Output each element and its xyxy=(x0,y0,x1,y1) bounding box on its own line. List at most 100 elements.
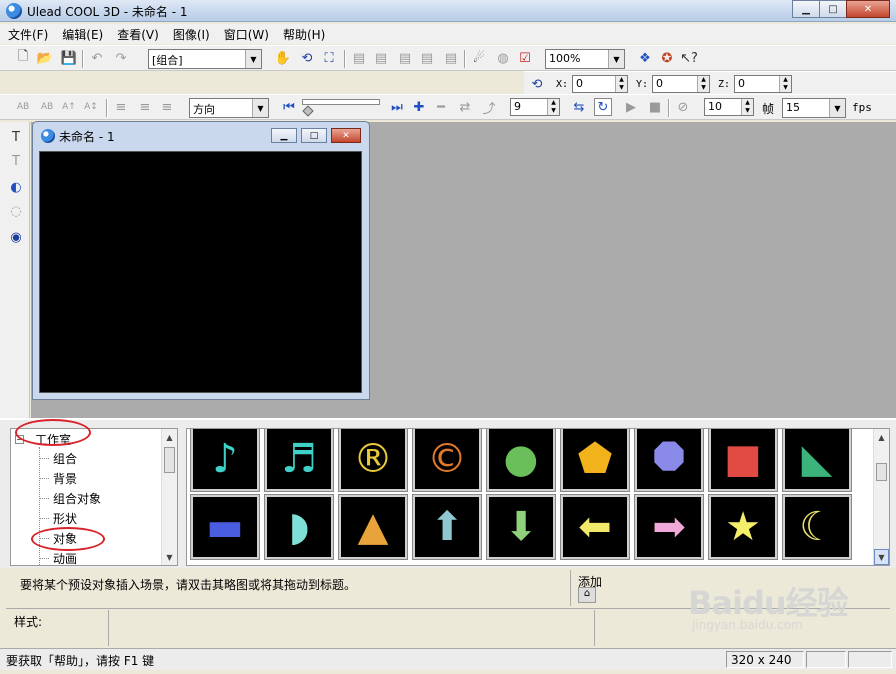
add-keyframe-icon[interactable]: ✚ xyxy=(410,98,428,116)
align-icon-2[interactable]: ▤ xyxy=(372,49,390,67)
globe-icon[interactable]: ◍ xyxy=(494,49,512,67)
align-center-icon[interactable]: ≡ xyxy=(136,98,154,116)
z-position-input[interactable]: 0 ▲ ▼ xyxy=(734,75,792,93)
align-icon-4[interactable]: ▤ xyxy=(418,49,436,67)
menu-window[interactable]: 窗口(W) xyxy=(216,24,275,44)
insert-geometry-icon[interactable]: ◉ xyxy=(7,228,25,246)
thumbnail-copyright[interactable]: © xyxy=(412,429,482,492)
tree-item-shape[interactable]: 形状 xyxy=(53,510,77,527)
thumbnail-square[interactable]: ■ xyxy=(708,429,778,492)
thumbnail-arrow-right[interactable]: ➡ xyxy=(634,494,704,560)
timeline-slider[interactable] xyxy=(302,99,380,105)
effects-icon[interactable]: ❖ xyxy=(636,49,654,67)
x-position-input[interactable]: 0 ▲ ▼ xyxy=(572,75,628,93)
thumbnail-double-note[interactable]: ♬ xyxy=(264,429,334,492)
scroll-up-icon[interactable]: ▲ xyxy=(162,429,177,445)
remove-keyframe-icon[interactable]: ━ xyxy=(432,98,450,116)
move-object-icon[interactable]: ⟲ xyxy=(528,75,546,93)
thumbnail-arrow-up[interactable]: ⬆ xyxy=(412,494,482,560)
last-frame-icon[interactable]: ⏭ xyxy=(388,98,406,116)
scroll-thumb[interactable] xyxy=(164,447,175,473)
fps-combo[interactable]: 15 ▼ xyxy=(782,98,846,118)
stop-icon[interactable]: ■ xyxy=(646,98,664,116)
menu-help[interactable]: 帮助(H) xyxy=(275,24,331,44)
thumbnail-arrow-left[interactable]: ⬅ xyxy=(560,494,630,560)
frame-count-input[interactable]: 10 ▲ ▼ xyxy=(704,98,754,116)
menu-image[interactable]: 图像(I) xyxy=(165,24,216,44)
play-icon[interactable]: ▶ xyxy=(622,98,640,116)
thumbnail-crescent[interactable]: ☾ xyxy=(782,494,852,560)
open-folder-icon[interactable]: 📂 xyxy=(36,49,54,67)
save-icon[interactable]: 💾 xyxy=(60,49,78,67)
thumbnail-music-note[interactable]: ♪ xyxy=(190,429,260,492)
thumbnail-pentagon[interactable]: ⬟ xyxy=(560,429,630,492)
smooth-icon[interactable]: ⤴ xyxy=(480,98,498,117)
tree-item-group-object[interactable]: 组合对象 xyxy=(53,490,101,507)
align-right-icon[interactable]: ≡ xyxy=(158,98,176,116)
text-format-icon-2[interactable]: AB xyxy=(38,98,56,116)
reverse-icon[interactable]: ⇄ xyxy=(456,98,474,116)
tree-item-background[interactable]: 背景 xyxy=(53,470,77,487)
half-circle-icon: ◗ xyxy=(288,504,310,550)
doc-close-button[interactable]: ✕ xyxy=(331,128,361,143)
tree-item-group[interactable]: 组合 xyxy=(53,450,77,467)
align-icon-3[interactable]: ▤ xyxy=(396,49,414,67)
loop-icon[interactable]: ⇆ xyxy=(570,98,588,116)
maximize-button[interactable]: □ xyxy=(819,0,847,18)
insert-text-icon[interactable]: T xyxy=(7,128,25,146)
resize-object-icon[interactable]: ⛶ xyxy=(320,49,338,67)
insert-shape-icon[interactable]: ◐ xyxy=(7,178,25,196)
edit-text-icon[interactable]: T xyxy=(7,152,25,170)
thumbnail-rounded-rect[interactable]: ▬ xyxy=(190,494,260,560)
undo-icon[interactable]: ↶ xyxy=(88,49,106,67)
preview-canvas[interactable] xyxy=(39,151,362,393)
rotate-object-icon[interactable]: ⟲ xyxy=(298,49,316,67)
thumbnail-star[interactable]: ★ xyxy=(708,494,778,560)
thumbnail-half-circle[interactable]: ◗ xyxy=(264,494,334,560)
menu-edit[interactable]: 编辑(E) xyxy=(54,24,109,44)
edit-icon[interactable]: ☑ xyxy=(516,49,534,67)
tree-scrollbar[interactable]: ▲ ▼ xyxy=(161,429,177,565)
scroll-down-icon[interactable]: ▼ xyxy=(162,549,177,565)
lighting-icon[interactable]: ☄ xyxy=(470,49,488,67)
menu-file[interactable]: 文件(F) xyxy=(0,24,54,44)
help-pointer-icon[interactable]: ↖? xyxy=(680,49,698,67)
scroll-thumb[interactable] xyxy=(876,463,887,481)
add-icon[interactable]: ⌂ xyxy=(578,587,596,603)
align-icon-1[interactable]: ▤ xyxy=(350,49,368,67)
scroll-down-icon[interactable]: ▼ xyxy=(874,549,889,565)
gallery-scrollbar[interactable]: ▲ ▼ xyxy=(873,429,889,565)
align-left-icon[interactable]: ≡ xyxy=(112,98,130,116)
direction-combo[interactable]: 方向 ▼ xyxy=(189,98,269,118)
thumbnail-registered[interactable]: ® xyxy=(338,429,408,492)
thumbnail-circle[interactable]: ● xyxy=(486,429,556,492)
thumbnail-octagon[interactable]: ⯃ xyxy=(634,429,704,492)
scroll-up-icon[interactable]: ▲ xyxy=(874,429,889,445)
minimize-button[interactable]: ▁ xyxy=(792,0,820,18)
edit-shape-icon[interactable]: ◌ xyxy=(7,202,25,220)
doc-minimize-button[interactable]: ▁ xyxy=(271,128,297,143)
close-button[interactable]: ✕ xyxy=(846,0,890,18)
zoom-combo[interactable]: 100% ▼ xyxy=(545,49,625,69)
slider-thumb[interactable] xyxy=(302,105,314,117)
thumbnail-triangle-right[interactable]: ◣ xyxy=(782,429,852,492)
menu-view[interactable]: 查看(V) xyxy=(109,24,165,44)
thumbnail-triangle[interactable]: ▲ xyxy=(338,494,408,560)
plugins-icon[interactable]: ✪ xyxy=(658,49,676,67)
align-icon-5[interactable]: ▤ xyxy=(442,49,460,67)
frame-input[interactable]: 9 ▲ ▼ xyxy=(510,98,560,116)
object-combo[interactable]: [组合] ▼ xyxy=(148,49,262,69)
text-format-icon-1[interactable]: AB xyxy=(14,98,32,116)
text-format-icon-3[interactable]: A↑ xyxy=(60,98,78,116)
doc-maximize-button[interactable]: □ xyxy=(301,128,327,143)
text-format-icon-4[interactable]: A↕ xyxy=(82,98,100,116)
ease-icon[interactable]: ⊘ xyxy=(674,98,692,116)
redo-icon[interactable]: ↷ xyxy=(112,49,130,67)
hand-icon[interactable]: ✋ xyxy=(274,49,292,67)
thumbnail-arrow-down[interactable]: ⬇ xyxy=(486,494,556,560)
repeat-icon[interactable]: ↻ xyxy=(594,98,612,116)
y-position-input[interactable]: 0 ▲ ▼ xyxy=(652,75,710,93)
tree-item-animation[interactable]: 动画 xyxy=(53,550,77,565)
first-frame-icon[interactable]: ⏮ xyxy=(280,98,298,116)
new-file-icon[interactable]: 🗋 xyxy=(14,49,32,67)
